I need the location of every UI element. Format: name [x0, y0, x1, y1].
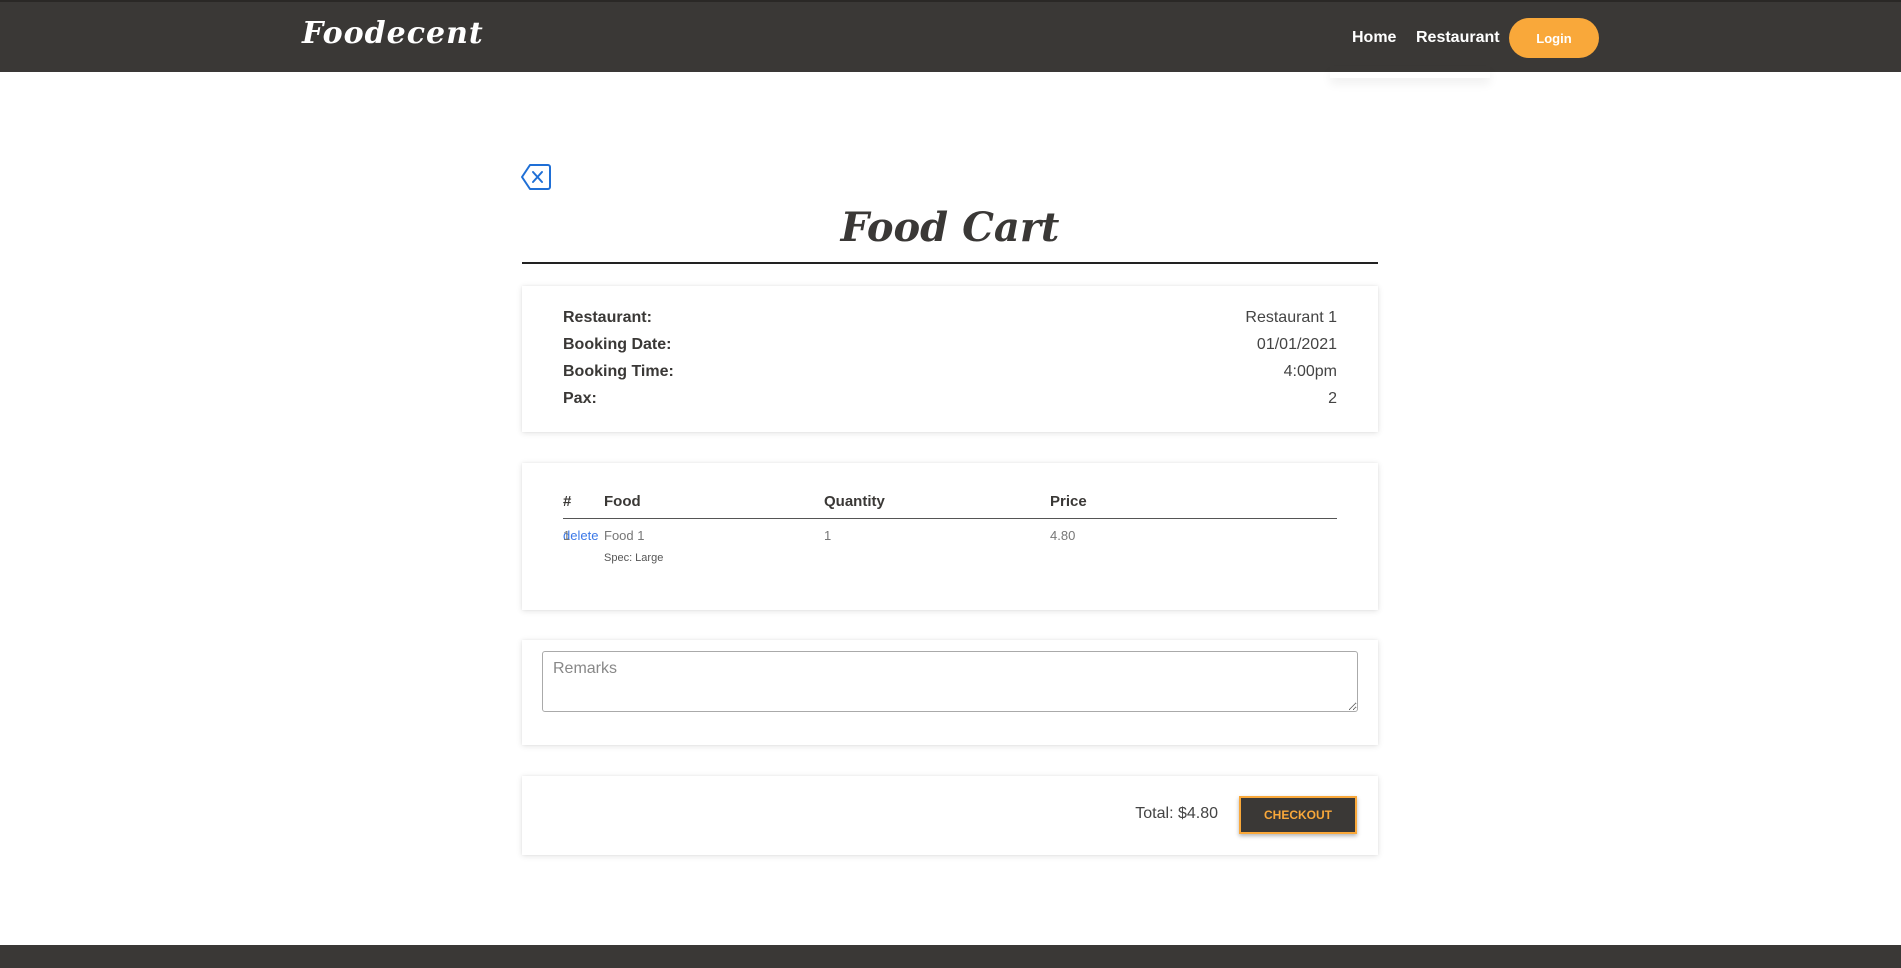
checkout-card: Total: $4.80 CHECKOUT: [522, 776, 1378, 855]
back-button[interactable]: [520, 162, 552, 192]
booking-label: Restaurant:: [563, 309, 652, 326]
column-header-price: Price: [1050, 493, 1087, 510]
item-price: 4.80: [1050, 528, 1076, 543]
nav-home-link[interactable]: Home: [1352, 29, 1396, 47]
title-divider: [522, 262, 1378, 264]
column-header-number: #: [563, 493, 572, 510]
booking-value: Restaurant 1: [1245, 309, 1337, 326]
table-header: # Food Quantity Price: [563, 493, 1337, 519]
column-header-food: Food: [604, 493, 641, 510]
booking-row-restaurant: Restaurant: Restaurant 1: [563, 309, 1337, 331]
item-spec: Spec: Large: [604, 552, 664, 564]
booking-value: 4:00pm: [1283, 363, 1337, 380]
page-title: Food Cart: [840, 204, 1060, 251]
column-header-quantity: Quantity: [824, 493, 885, 510]
remarks-textarea[interactable]: [542, 651, 1358, 712]
booking-row-date: Booking Date: 01/01/2021: [563, 336, 1337, 358]
item-quantity: 1: [824, 528, 832, 543]
item-number: 1: [563, 528, 571, 543]
booking-row-pax: Pax: 2: [563, 390, 1337, 412]
login-button[interactable]: Login: [1509, 18, 1599, 58]
table-row: 1 Food 1 1 4.80 delete: [563, 528, 1337, 548]
booking-info-card: Restaurant: Restaurant 1 Booking Date: 0…: [522, 286, 1378, 432]
nav-restaurant-link[interactable]: Restaurant: [1416, 29, 1500, 47]
backspace-x-icon: [521, 164, 551, 190]
item-food-name: Food 1: [604, 528, 645, 543]
brand-logo[interactable]: Foodecent: [302, 16, 484, 51]
booking-label: Pax:: [563, 390, 597, 407]
total-amount: Total: $4.80: [1135, 805, 1218, 822]
booking-label: Booking Time:: [563, 363, 674, 380]
booking-label: Booking Date:: [563, 336, 672, 353]
booking-row-time: Booking Time: 4:00pm: [563, 363, 1337, 385]
page-footer: [0, 945, 1901, 968]
booking-value: 2: [1328, 390, 1337, 407]
remarks-card: [522, 640, 1378, 745]
cart-items-card: # Food Quantity Price 1 Food 1 1 4.80 de…: [522, 463, 1378, 610]
booking-value: 01/01/2021: [1256, 336, 1337, 353]
top-navbar: Foodecent Home Restaurant Login: [0, 0, 1901, 72]
checkout-button[interactable]: CHECKOUT: [1239, 796, 1357, 834]
